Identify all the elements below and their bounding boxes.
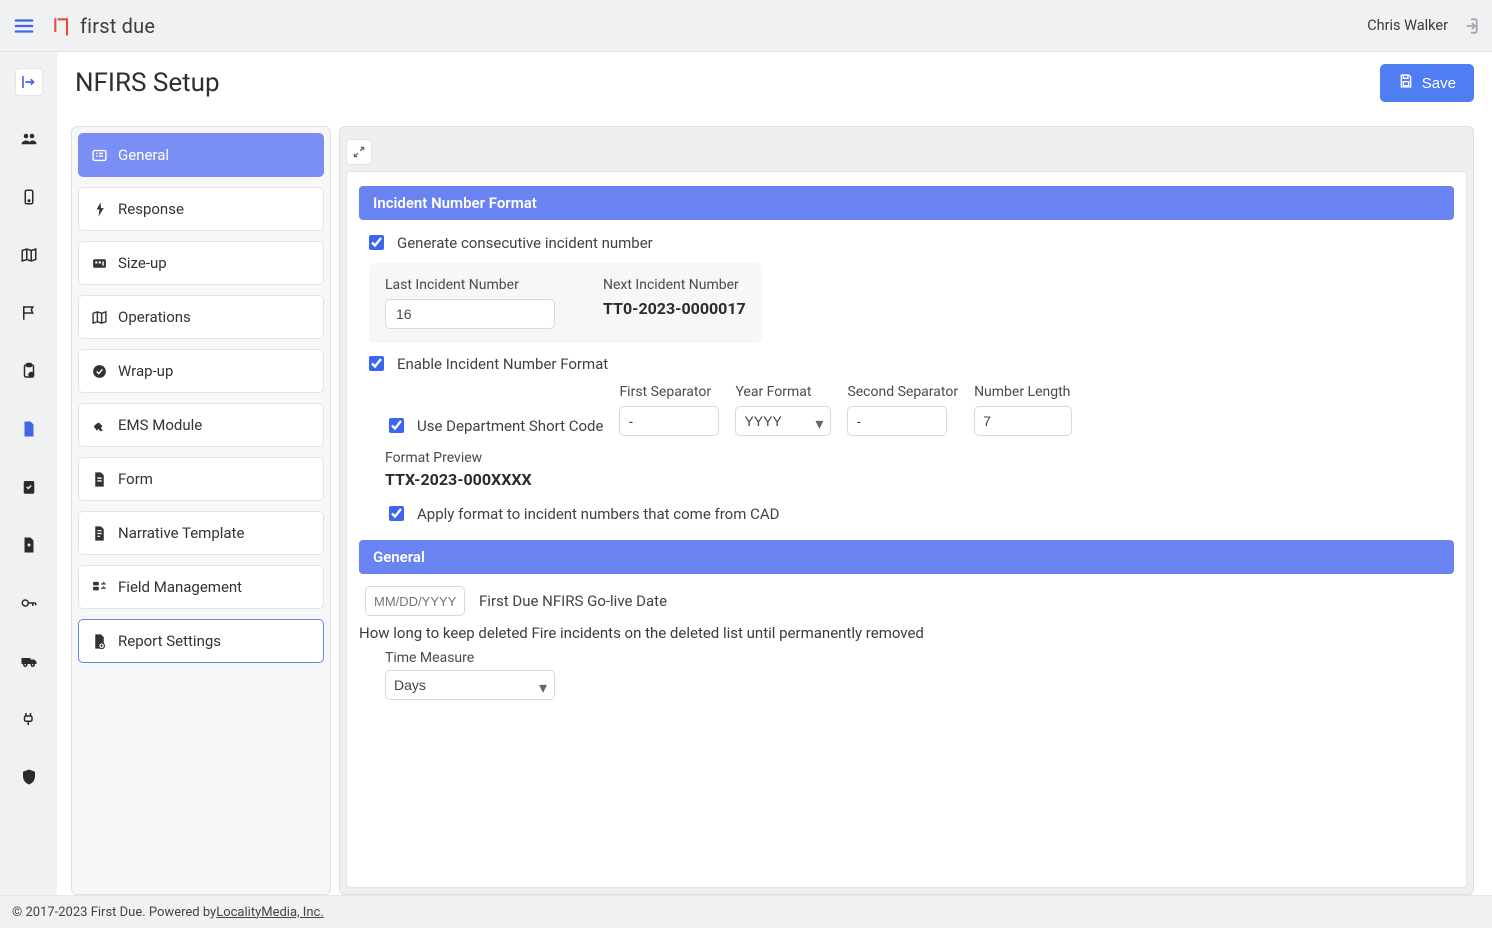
use-short-code-label: Use Department Short Code: [417, 417, 603, 435]
rail-report-icon[interactable]: [16, 416, 42, 442]
apply-cad-label: Apply format to incident numbers that co…: [417, 505, 779, 523]
side-iconrail: [0, 52, 57, 895]
rail-users-icon[interactable]: [16, 126, 42, 152]
tab-label: Response: [118, 200, 184, 218]
year-format-label: Year Format: [735, 384, 831, 400]
generate-consecutive-label: Generate consecutive incident number: [397, 234, 653, 252]
last-incident-input[interactable]: [385, 299, 555, 329]
first-separator-label: First Separator: [619, 384, 719, 400]
tab-ems[interactable]: EMS Module: [78, 403, 324, 447]
save-icon: [1398, 73, 1414, 93]
tab-label: Wrap-up: [118, 362, 173, 380]
last-next-number-box: Last Incident Number Next Incident Numbe…: [369, 263, 762, 343]
time-measure-label: Time Measure: [385, 650, 1454, 666]
brand-logo-icon: [52, 16, 72, 36]
generate-consecutive-checkbox[interactable]: [369, 235, 384, 250]
tab-response[interactable]: Response: [78, 187, 324, 231]
golive-date-label: First Due NFIRS Go-live Date: [479, 592, 667, 610]
page-footer: © 2017-2023 First Due. Powered by Locali…: [0, 895, 1492, 928]
tab-label: Size-up: [118, 254, 167, 272]
hamburger-menu-icon[interactable]: [8, 10, 40, 42]
expand-sidebar-button[interactable]: [15, 68, 43, 96]
section-general: General: [359, 540, 1454, 574]
brand-name: first due: [80, 14, 155, 38]
format-preview-label: Format Preview: [385, 450, 1454, 466]
tab-sizeup[interactable]: Size-up: [78, 241, 324, 285]
tab-narrative[interactable]: Narrative Template: [78, 511, 324, 555]
next-incident-value: TT0-2023-0000017: [603, 299, 746, 318]
next-incident-label: Next Incident Number: [603, 277, 746, 293]
user-name[interactable]: Chris Walker: [1367, 17, 1448, 34]
tab-label: Form: [118, 470, 153, 488]
tab-field-management[interactable]: Field Management: [78, 565, 324, 609]
expand-panel-icon[interactable]: [346, 139, 372, 165]
settings-panel: Incident Number Format Generate consecut…: [339, 126, 1474, 895]
rail-device-icon[interactable]: [16, 184, 42, 210]
second-separator-input[interactable]: [847, 406, 947, 436]
use-short-code-checkbox[interactable]: [389, 418, 404, 433]
tab-label: Field Management: [118, 578, 242, 596]
tab-label: General: [118, 146, 169, 164]
second-separator-label: Second Separator: [847, 384, 958, 400]
top-bar: first due Chris Walker: [0, 0, 1492, 52]
rail-check-icon[interactable]: [16, 474, 42, 500]
brand-logo[interactable]: first due: [52, 14, 155, 38]
rail-map-icon[interactable]: [16, 242, 42, 268]
section-incident-number-format: Incident Number Format: [359, 186, 1454, 220]
rail-shield-icon[interactable]: [16, 764, 42, 790]
tab-label: EMS Module: [118, 416, 202, 434]
tab-report-settings[interactable]: Report Settings: [78, 619, 324, 663]
settings-scroll-area[interactable]: Incident Number Format Generate consecut…: [346, 171, 1467, 888]
save-button-label: Save: [1422, 75, 1456, 92]
last-incident-label: Last Incident Number: [385, 277, 555, 293]
rail-truck-icon[interactable]: [16, 648, 42, 674]
tab-operations[interactable]: Operations: [78, 295, 324, 339]
enable-format-label: Enable Incident Number Format: [397, 355, 608, 373]
number-length-label: Number Length: [974, 384, 1072, 400]
rail-flag-icon[interactable]: [16, 300, 42, 326]
time-measure-select[interactable]: [385, 670, 555, 700]
tab-wrapup[interactable]: Wrap-up: [78, 349, 324, 393]
footer-link[interactable]: LocalityMedia, Inc.: [216, 905, 324, 920]
apply-cad-checkbox[interactable]: [389, 506, 404, 521]
rail-clipboard-icon[interactable]: [16, 358, 42, 384]
tab-form[interactable]: Form: [78, 457, 324, 501]
tab-label: Report Settings: [118, 632, 221, 650]
first-separator-input[interactable]: [619, 406, 719, 436]
tab-label: Narrative Template: [118, 524, 244, 542]
number-length-input[interactable]: [974, 406, 1072, 436]
deleted-retention-note: How long to keep deleted Fire incidents …: [359, 624, 1454, 642]
save-button[interactable]: Save: [1380, 64, 1474, 102]
golive-date-input[interactable]: [365, 586, 465, 616]
format-preview-value: TTX-2023-000XXXX: [385, 470, 1454, 489]
footer-text: © 2017-2023 First Due. Powered by: [12, 905, 216, 920]
logout-icon[interactable]: [1460, 16, 1480, 36]
tab-label: Operations: [118, 308, 191, 326]
year-format-select[interactable]: [735, 406, 831, 436]
page-title: NFIRS Setup: [71, 68, 220, 98]
tab-general[interactable]: General: [78, 133, 324, 177]
page-content: NFIRS Setup Save General: [57, 52, 1492, 895]
rail-key-icon[interactable]: [16, 590, 42, 616]
rail-doc-plus-icon[interactable]: [16, 532, 42, 558]
enable-format-checkbox[interactable]: [369, 356, 384, 371]
settings-tabs: General Response Size-up Operations: [71, 126, 331, 895]
rail-plug-icon[interactable]: [16, 706, 42, 732]
